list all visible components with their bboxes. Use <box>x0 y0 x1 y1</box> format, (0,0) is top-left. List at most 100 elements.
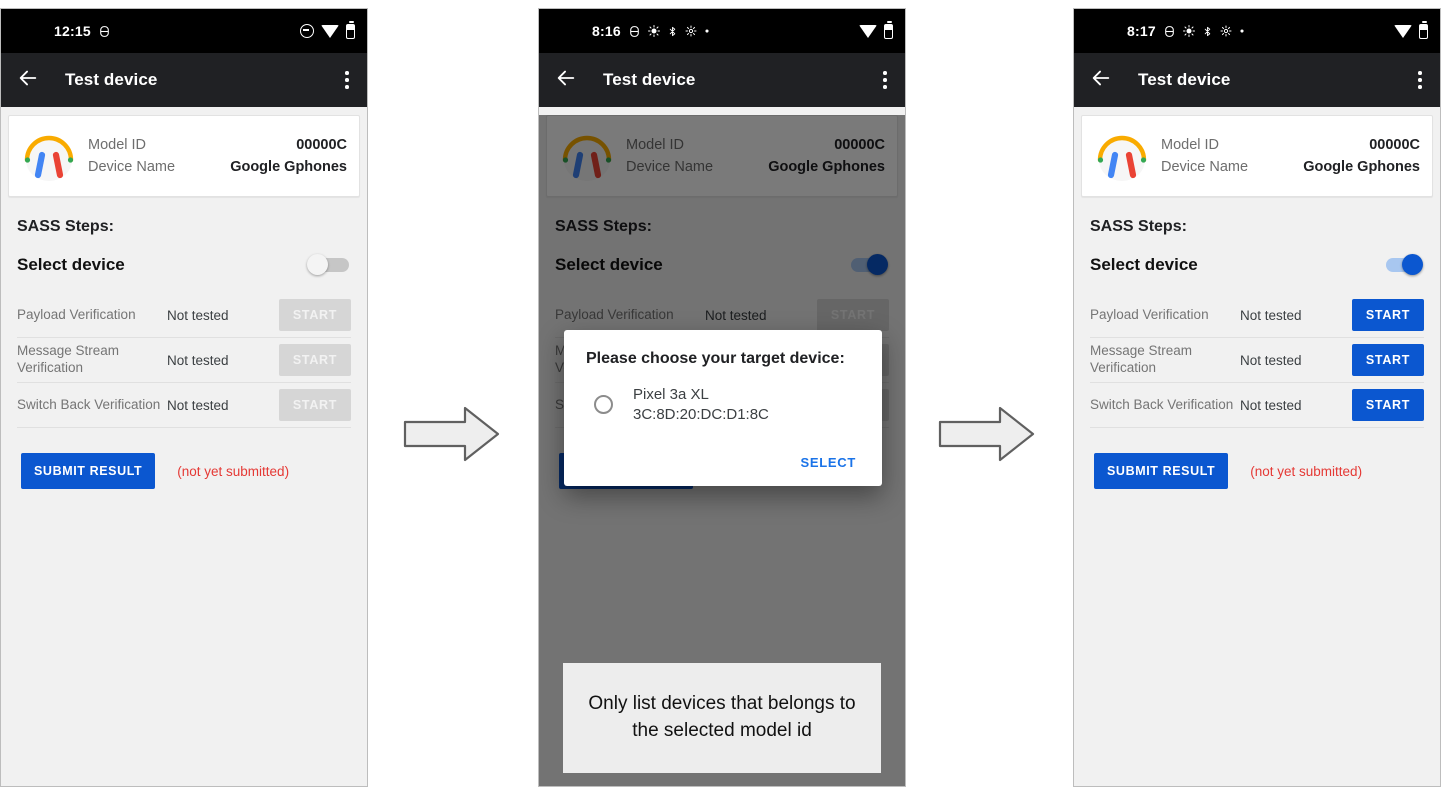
test-name: Message Stream Verification <box>1090 343 1193 375</box>
test-name: Payload Verification <box>17 306 136 322</box>
android-debug-icon <box>1163 25 1176 38</box>
status-bar-right <box>859 21 893 39</box>
overflow-menu-icon[interactable] <box>1414 65 1426 94</box>
screenshot-stage: 12:15 Test device Model ID 00000C Device… <box>0 0 1442 795</box>
start-button[interactable]: START <box>1352 344 1424 376</box>
brightness-icon <box>647 25 660 37</box>
test-status: Not tested <box>1240 352 1302 368</box>
status-bar: 8:16 <box>539 9 905 53</box>
overflow-menu-icon[interactable] <box>879 65 891 94</box>
wifi-icon <box>321 24 339 38</box>
annotation-callout: Only list devices that belongs to the se… <box>563 663 881 773</box>
device-option-address: 3C:8D:20:DC:D1:8C <box>633 405 769 423</box>
overflow-menu-icon[interactable] <box>341 65 353 94</box>
device-info-card: Model ID 00000C Device Name Google Gphon… <box>1081 115 1433 197</box>
start-button[interactable]: START <box>1352 299 1424 331</box>
flow-arrow-1 <box>403 406 500 462</box>
brightness-icon <box>1182 25 1195 37</box>
test-status: Not tested <box>1240 307 1302 323</box>
test-name: Switch Back Verification <box>1090 396 1234 412</box>
start-button[interactable]: START <box>279 344 351 376</box>
device-card-row: Device Name Google Gphones <box>1161 156 1420 178</box>
start-button[interactable]: START <box>279 299 351 331</box>
test-name: Payload Verification <box>1090 306 1209 322</box>
back-arrow-icon[interactable] <box>1090 67 1112 94</box>
do-not-disturb-icon <box>300 24 314 38</box>
device-option-text: Pixel 3a XL 3C:8D:20:DC:D1:8C <box>633 385 769 425</box>
select-device-toggle[interactable] <box>1380 254 1424 276</box>
test-status: Not tested <box>167 307 229 323</box>
select-device-label: Select device <box>17 255 125 274</box>
device-name-value: Google Gphones <box>1303 159 1420 175</box>
table-row: Switch Back Verification Not tested STAR… <box>17 383 351 428</box>
app-bar: Test device <box>539 53 905 107</box>
table-row: Message Stream Verification Not tested S… <box>1090 338 1424 383</box>
device-card-rows: Model ID 00000C Device Name Google Gphon… <box>88 134 347 178</box>
dialog-actions: SELECT <box>586 447 860 478</box>
test-list: Payload Verification Not tested START Me… <box>17 293 351 428</box>
dialog-select-button[interactable]: SELECT <box>797 447 860 478</box>
status-bar: 12:15 <box>1 9 367 53</box>
wifi-icon <box>1394 24 1412 38</box>
headphones-icon <box>1097 135 1147 181</box>
submit-row: SUBMIT RESULT (not yet submitted) <box>1094 453 1440 489</box>
submit-row: SUBMIT RESULT (not yet submitted) <box>21 453 367 489</box>
status-bar-left: 12:15 <box>54 23 111 39</box>
test-list: Payload Verification Not tested START Me… <box>1090 293 1424 428</box>
test-name: Message Stream Verification <box>17 343 120 375</box>
table-row: Switch Back Verification Not tested STAR… <box>1090 383 1424 428</box>
wifi-icon <box>859 24 877 38</box>
device-name-label: Device Name <box>88 159 176 175</box>
toggle-knob <box>307 254 328 275</box>
start-button[interactable]: START <box>1352 389 1424 421</box>
gear-icon <box>1220 25 1232 37</box>
model-id-label: Model ID <box>1161 137 1220 153</box>
page-title: Test device <box>65 70 158 89</box>
bluetooth-icon <box>1202 25 1213 38</box>
bluetooth-icon <box>667 25 678 38</box>
phone-panel-selected: 8:17 Test device Model ID 00000C Device … <box>1073 8 1441 787</box>
model-id-value: 00000C <box>1369 137 1420 153</box>
section-title: SASS Steps: <box>17 218 114 235</box>
device-info-card: Model ID 00000C Device Name Google Gphon… <box>8 115 360 197</box>
screen-content: Model ID 00000C Device Name Google Gphon… <box>539 115 905 786</box>
battery-icon <box>1419 21 1428 39</box>
select-device-toggle[interactable] <box>307 254 351 276</box>
test-name: Switch Back Verification <box>17 396 161 412</box>
status-bar-clock: 8:16 <box>592 23 621 39</box>
status-bar-left: 8:17 <box>1127 23 1245 39</box>
test-status: Not tested <box>167 352 229 368</box>
table-row: Payload Verification Not tested START <box>17 293 351 338</box>
status-bar-right <box>1394 21 1428 39</box>
device-radio-button[interactable] <box>594 395 613 415</box>
page-title: Test device <box>603 70 696 89</box>
device-option-row[interactable]: Pixel 3a XL 3C:8D:20:DC:D1:8C <box>586 385 860 425</box>
battery-icon <box>884 21 893 39</box>
dot-icon <box>704 28 710 34</box>
screen-content: Model ID 00000C Device Name Google Gphon… <box>1 115 367 786</box>
start-button[interactable]: START <box>279 389 351 421</box>
back-arrow-icon[interactable] <box>17 67 39 94</box>
gear-icon <box>685 25 697 37</box>
select-device-label: Select device <box>1090 255 1198 274</box>
device-card-row: Model ID 00000C <box>88 134 347 156</box>
model-id-value: 00000C <box>296 137 347 153</box>
device-name-label: Device Name <box>1161 159 1249 175</box>
status-bar-clock: 12:15 <box>54 23 91 39</box>
device-card-row: Model ID 00000C <box>1161 134 1420 156</box>
back-arrow-icon[interactable] <box>555 67 577 94</box>
page-title: Test device <box>1138 70 1231 89</box>
device-card-rows: Model ID 00000C Device Name Google Gphon… <box>1161 134 1420 178</box>
test-status: Not tested <box>167 397 229 413</box>
submit-result-button[interactable]: SUBMIT RESULT <box>1094 453 1229 489</box>
app-bar: Test device <box>1 53 367 107</box>
device-option-name: Pixel 3a XL <box>633 386 709 403</box>
status-bar-left: 8:16 <box>592 23 710 39</box>
test-status: Not tested <box>1240 397 1302 413</box>
section-title: SASS Steps: <box>1090 218 1187 235</box>
screen-content: Model ID 00000C Device Name Google Gphon… <box>1074 115 1440 786</box>
flow-arrow-2 <box>938 406 1035 462</box>
table-row: Message Stream Verification Not tested S… <box>17 338 351 383</box>
headphones-icon <box>24 135 74 181</box>
submit-result-button[interactable]: SUBMIT RESULT <box>21 453 156 489</box>
